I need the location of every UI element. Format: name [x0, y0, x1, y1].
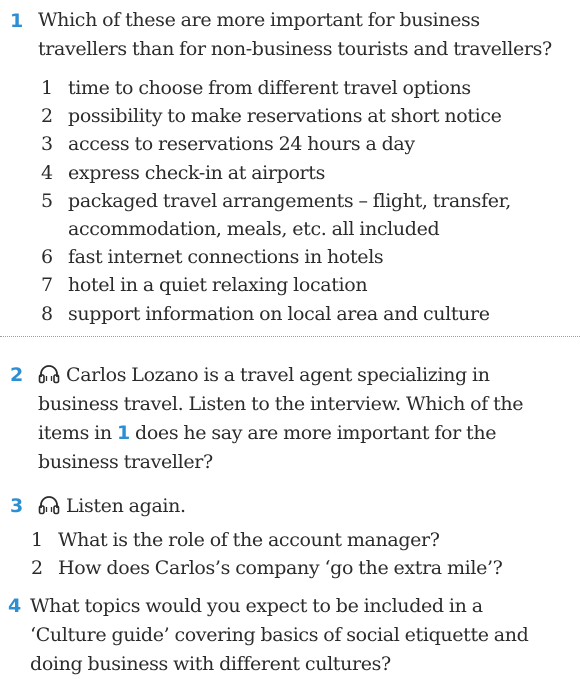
item-text: packaged travel arrangements – flight, t…	[68, 189, 511, 212]
exercise-prompt: What topics would you expect to be inclu…	[30, 592, 570, 679]
prompt-line: Which of these are more important for bu…	[38, 9, 480, 31]
item-text-continued: accommodation, meals, etc. all included	[68, 218, 440, 241]
prompt-line: does he say are more important for the	[129, 422, 497, 444]
exercise-number: 4	[8, 595, 22, 617]
prompt-line: What topics would you expect to be inclu…	[30, 595, 483, 617]
list-item: 1 time to choose from different travel op…	[38, 74, 578, 102]
exercise-prompt: Carlos Lozano is a travel agent speciali…	[38, 361, 578, 477]
item-text: fast internet connections in hotels	[68, 246, 384, 269]
exercise-number: 2	[10, 364, 24, 386]
prompt-line: ‘Culture guide’ covering basics of socia…	[30, 624, 529, 646]
prompt-line: Carlos Lozano is a travel agent speciali…	[66, 364, 490, 386]
exercise-number: 3	[10, 495, 24, 517]
item-number: 4	[41, 161, 53, 184]
exercise-number: 1	[10, 10, 24, 32]
list-item: 2 How does Carlos’s company ‘go the extra…	[28, 554, 568, 582]
item-text: time to choose from different travel opt…	[68, 77, 471, 99]
item-number: 1	[31, 529, 43, 551]
section-divider	[0, 336, 580, 337]
prompt-line: business travel. Listen to the interview…	[38, 393, 524, 415]
item-text: How does Carlos’s company ‘go the extra …	[58, 557, 503, 580]
exercise-3-list: 1 What is the role of the account manager…	[28, 526, 568, 582]
list-item: 3 access to reservations 24 hours a day	[38, 130, 578, 158]
list-item: 2 possibility to make reservations at sho…	[38, 102, 578, 130]
exercise-1-list: 1 time to choose from different travel op…	[38, 74, 578, 328]
list-item: 5 packaged travel arrangements – flight, …	[38, 187, 578, 243]
prompt-line: Listen again.	[66, 495, 186, 517]
prompt-line: items in	[38, 422, 117, 444]
list-item: 4 express check-in at airports	[38, 159, 578, 187]
item-number: 5	[41, 189, 53, 212]
prompt-line: business traveller?	[38, 451, 213, 473]
item-number: 6	[41, 246, 53, 269]
item-number: 1	[41, 77, 53, 99]
list-item: 6 fast internet connections in hotels	[38, 243, 578, 271]
exercise-reference: 1	[116, 422, 130, 444]
item-text: What is the role of the account manager?	[58, 529, 440, 551]
item-number: 7	[41, 274, 53, 297]
prompt-line: travellers than for non-business tourist…	[38, 38, 552, 60]
list-item: 8 support information on local area and c…	[38, 300, 578, 328]
item-text: possibility to make reservations at shor…	[68, 105, 502, 128]
item-text: express check-in at airports	[68, 161, 325, 184]
page: 1 Which of these are more important for …	[0, 0, 580, 679]
item-number: 2	[41, 105, 53, 128]
item-text: access to reservations 24 hours a day	[68, 133, 415, 156]
item-text: support information on local area and cu…	[68, 302, 490, 325]
item-number: 2	[31, 557, 43, 580]
exercise-prompt: Which of these are more important for bu…	[38, 6, 578, 64]
item-number: 3	[41, 133, 53, 156]
exercise-prompt: Listen again.	[38, 492, 578, 521]
headphones-icon[interactable]	[38, 364, 60, 384]
item-number: 8	[41, 302, 53, 325]
item-text: hotel in a quiet relaxing location	[68, 274, 368, 297]
prompt-line: doing business with different cultures?	[30, 653, 391, 675]
headphones-icon[interactable]	[38, 495, 60, 515]
list-item: 1 What is the role of the account manager…	[28, 526, 568, 554]
list-item: 7 hotel in a quiet relaxing location	[38, 271, 578, 299]
